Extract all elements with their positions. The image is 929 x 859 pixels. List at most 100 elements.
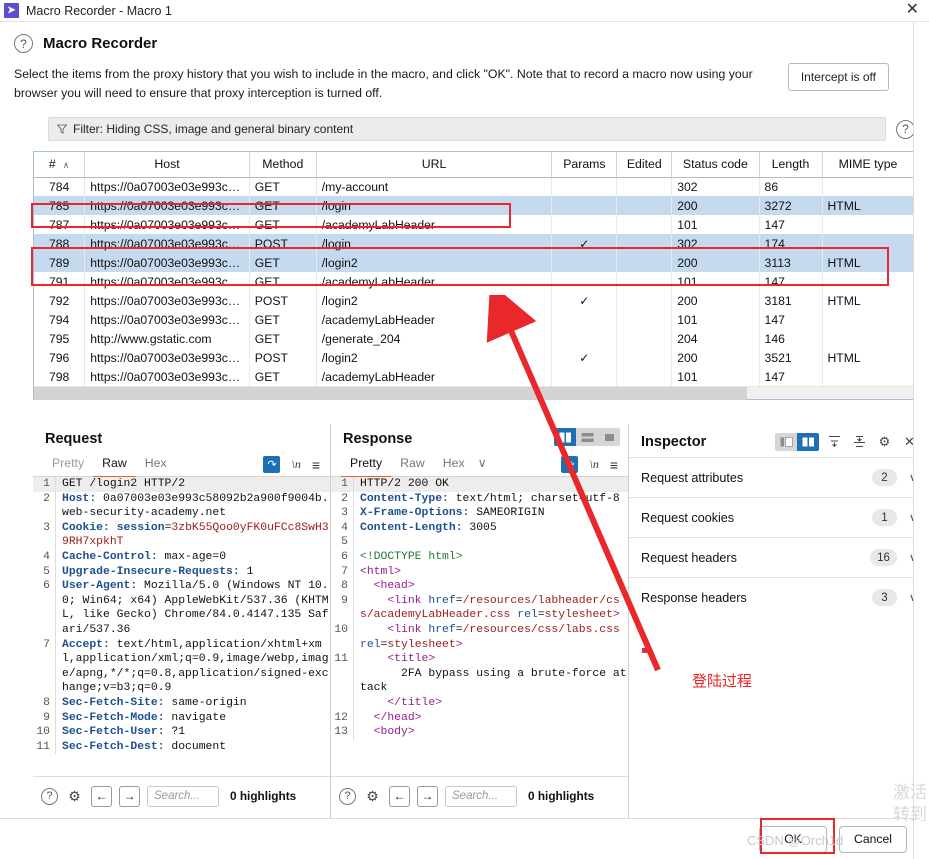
response-code-view[interactable]: 1 HTTP/2 200 OK 2 Content-Type: text/html; …: [331, 477, 628, 777]
cell-length: 147: [759, 272, 823, 291]
line-number: 8: [33, 695, 56, 711]
table-col-header-status-code[interactable]: Status code: [671, 152, 760, 178]
cancel-button[interactable]: Cancel: [839, 825, 907, 853]
cell-status: 101: [671, 215, 760, 234]
code-text: Upgrade-Insecure-Requests: 1: [62, 565, 254, 578]
table-row[interactable]: 787https://0a07003e03e993c58092...GET/ac…: [34, 215, 914, 234]
proxy-history-table-container[interactable]: # ∧ Host Method URL Params Edited Status code Le…: [33, 151, 915, 400]
tab-request-hex[interactable]: Hex: [136, 453, 176, 478]
cell-mime: [822, 272, 914, 291]
table-col-header-method[interactable]: Method: [249, 152, 317, 178]
table-row[interactable]: 796https://0a07003e03e993c58092...POST/l…: [34, 348, 914, 367]
cell-method: GET: [249, 253, 317, 272]
table-row[interactable]: 798https://0a07003e03e993c58092...GET/ac…: [34, 367, 914, 386]
inspector-layout-toggle: [775, 432, 819, 451]
line-number: 8: [331, 579, 354, 594]
newline-icon[interactable]: \n: [291, 457, 300, 472]
outer-scroll-rail[interactable]: [913, 22, 929, 859]
table-row[interactable]: 789https://0a07003e03e993c58092...GET/lo…: [34, 253, 914, 272]
tab-response-pretty[interactable]: Pretty: [341, 453, 392, 478]
collapse-all-icon[interactable]: [850, 432, 869, 451]
line-number: 10: [33, 725, 56, 740]
request-line: 7 Accept: text/html,application/xhtml+xml…: [33, 637, 330, 696]
inspector-section-response-headers[interactable]: Response headers3∨: [629, 577, 929, 617]
response-panel-title: Response: [343, 431, 413, 447]
line-number: 7: [331, 564, 354, 580]
response-word-wrap-icon[interactable]: ↷: [561, 456, 579, 473]
cell-host: https://0a07003e03e993c58092...: [84, 348, 250, 367]
table-row[interactable]: 795 http://www.gstatic.com GET/generate_20…: [34, 329, 914, 348]
cell-mime: HTML: [822, 253, 914, 272]
response-forward-button[interactable]: →: [417, 785, 438, 807]
response-highlight-count: 0 highlights: [528, 789, 595, 803]
response-search-input[interactable]: Search...: [445, 785, 517, 807]
chevron-down-icon[interactable]: ∨: [474, 453, 491, 478]
inspector-gear-icon[interactable]: ⚙: [875, 432, 894, 451]
table-col-header-params[interactable]: Params: [551, 152, 618, 178]
cell-url: /login: [316, 234, 553, 253]
table-col-header-edited[interactable]: Edited: [616, 152, 673, 178]
response-line: 4 Content-Length: 3005: [331, 520, 628, 536]
table-row[interactable]: 792https://0a07003e03e993c58092...POST/l…: [34, 291, 914, 310]
table-row[interactable]: 788https://0a07003e03e993c58092...POST/l…: [34, 234, 914, 253]
table-row[interactable]: 791https://0a07003e03e993c58092...GET/ac…: [34, 272, 914, 291]
line-number: 10: [331, 622, 354, 653]
response-line: 1 HTTP/2 200 OK: [331, 477, 628, 492]
request-back-button[interactable]: ←: [91, 785, 112, 807]
response-newline-icon[interactable]: \n: [589, 457, 598, 472]
code-text: <link href=/resources/css/labs.css rel=s…: [360, 623, 620, 651]
scrollbar-thumb[interactable]: [34, 387, 747, 400]
close-icon[interactable]: ✕: [906, 0, 919, 21]
word-wrap-icon[interactable]: ↷: [263, 456, 281, 473]
table-row[interactable]: 784 https://0a07003e03e993c58092 GET/my-ac…: [34, 177, 914, 196]
pane-right-icon[interactable]: [797, 432, 819, 451]
request-search-input[interactable]: Search...: [147, 785, 219, 807]
response-back-button[interactable]: ←: [389, 785, 410, 807]
cell-url: /login2: [316, 348, 553, 367]
cell-status: 302: [671, 177, 760, 196]
split-horizontal-icon[interactable]: [576, 428, 598, 446]
response-help-icon[interactable]: ?: [339, 787, 356, 805]
help-icon[interactable]: ?: [14, 34, 33, 53]
response-gear-icon[interactable]: ⚙: [363, 787, 382, 806]
table-col-header-mime-type[interactable]: MIME type: [822, 152, 914, 178]
pane-left-icon[interactable]: [775, 432, 797, 451]
inspector-section-request-attributes[interactable]: Request attributes2∨: [629, 457, 929, 497]
inspector-section-request-headers[interactable]: Request headers16∨: [629, 537, 929, 577]
code-text: <link href=/resources/labheader/css/acad…: [360, 594, 620, 622]
request-gear-icon[interactable]: ⚙: [65, 787, 84, 806]
ok-button[interactable]: OK: [759, 825, 827, 853]
request-forward-button[interactable]: →: [119, 785, 140, 807]
request-help-icon[interactable]: ?: [41, 787, 58, 805]
line-number: 6: [331, 549, 354, 565]
expand-all-icon[interactable]: [825, 432, 844, 451]
tab-response-raw[interactable]: Raw: [391, 453, 434, 478]
split-vertical-icon[interactable]: [554, 428, 576, 446]
inspector-section-request-cookies[interactable]: Request cookies1∨: [629, 497, 929, 537]
request-code-view[interactable]: 1 GET /login2 HTTP/2 2 Host: 0a07003e03e993…: [33, 477, 330, 777]
table-row[interactable]: 794https://0a07003e03e993c58092...GET/ac…: [34, 310, 914, 329]
cell-method: GET: [249, 272, 317, 291]
tab-response-hex[interactable]: Hex: [434, 453, 474, 478]
cell-edited: [616, 310, 673, 329]
request-panel: Request Pretty Raw Hex ↷ \n ≡ 1 GET /logi…: [33, 424, 331, 818]
cell-host: https://0a07003e03e993c58092...: [84, 291, 250, 310]
line-number: 3: [33, 520, 56, 550]
proxy-history-filter-bar[interactable]: Filter: Hiding CSS, image and general bi…: [48, 117, 886, 141]
intercept-toggle-button[interactable]: Intercept is off: [787, 63, 889, 91]
request-menu-icon[interactable]: ≡: [312, 457, 320, 473]
tab-request-pretty[interactable]: Pretty: [43, 453, 93, 478]
table-col-header-length[interactable]: Length: [759, 152, 823, 178]
cell-method: GET: [249, 177, 317, 196]
table-row[interactable]: 785https://0a07003e03e993c58092...GET/lo…: [34, 196, 914, 215]
table-col-header-host[interactable]: Host: [84, 152, 250, 178]
code-text: Sec-Fetch-User: ?1: [62, 726, 186, 739]
table-horizontal-scrollbar[interactable]: [34, 386, 914, 400]
single-pane-icon[interactable]: [598, 428, 620, 446]
table-col-header-[interactable]: # ∧: [34, 152, 86, 178]
response-line: 7 <html>: [331, 564, 628, 580]
cell-host: https://0a07003e03e993c58092...: [84, 253, 250, 272]
response-menu-icon[interactable]: ≡: [610, 457, 618, 473]
tab-request-raw[interactable]: Raw: [93, 453, 136, 478]
table-col-header-url[interactable]: URL: [316, 152, 553, 178]
